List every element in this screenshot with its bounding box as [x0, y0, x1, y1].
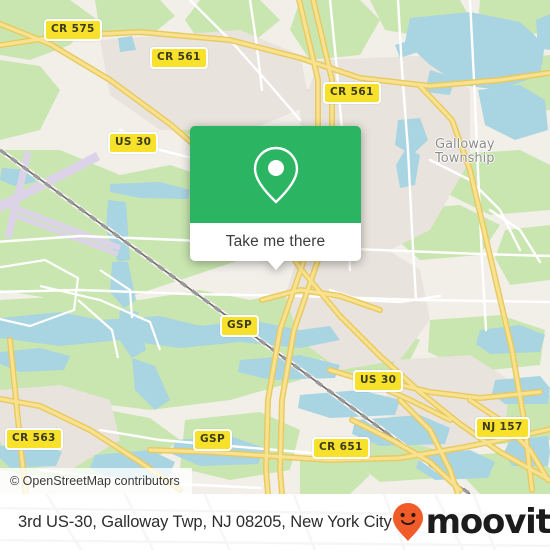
map-screen: Galloway Township CR 575 CR 561 CR 561 U…: [0, 0, 550, 550]
map-pin-icon: [253, 146, 298, 204]
place-label-line2: Township: [435, 151, 495, 166]
moovit-pin-smiley-icon: [392, 503, 423, 541]
road-shield-cr-575[interactable]: CR 575: [44, 19, 102, 41]
road-shield-cr-561-east[interactable]: CR 561: [323, 82, 381, 104]
take-me-there-label: Take me there: [225, 233, 326, 250]
popup-footer[interactable]: Take me there: [190, 223, 361, 270]
road-shield-nj-157[interactable]: NJ 157: [475, 417, 530, 439]
road-shield-us-30-se[interactable]: US 30: [353, 370, 404, 392]
road-shield-cr-651[interactable]: CR 651: [312, 437, 370, 459]
road-shield-cr-563[interactable]: CR 563: [5, 428, 63, 450]
road-shield-gsp-south[interactable]: GSP: [193, 429, 233, 451]
location-popup-card[interactable]: Take me there: [190, 126, 361, 270]
road-shield-cr-561[interactable]: CR 561: [150, 47, 208, 69]
moovit-brand[interactable]: moovit: [392, 502, 550, 542]
place-label-galloway-township: Galloway Township: [435, 138, 495, 166]
place-label-line1: Galloway: [435, 137, 495, 152]
address-text: 3rd US-30, Galloway Twp, NJ 08205, New Y…: [18, 512, 392, 531]
road-shield-us-30-nw[interactable]: US 30: [108, 132, 159, 154]
popup-header: [190, 126, 361, 223]
map-canvas[interactable]: Galloway Township CR 575 CR 561 CR 561 U…: [0, 0, 550, 494]
popup-pointer-tail: [266, 260, 285, 270]
footer-bar: 3rd US-30, Galloway Twp, NJ 08205, New Y…: [0, 494, 550, 550]
road-shield-gsp-north[interactable]: GSP: [220, 315, 260, 337]
moovit-wordmark: moovit: [425, 502, 550, 542]
osm-attribution[interactable]: © OpenStreetMap contributors: [0, 468, 192, 494]
